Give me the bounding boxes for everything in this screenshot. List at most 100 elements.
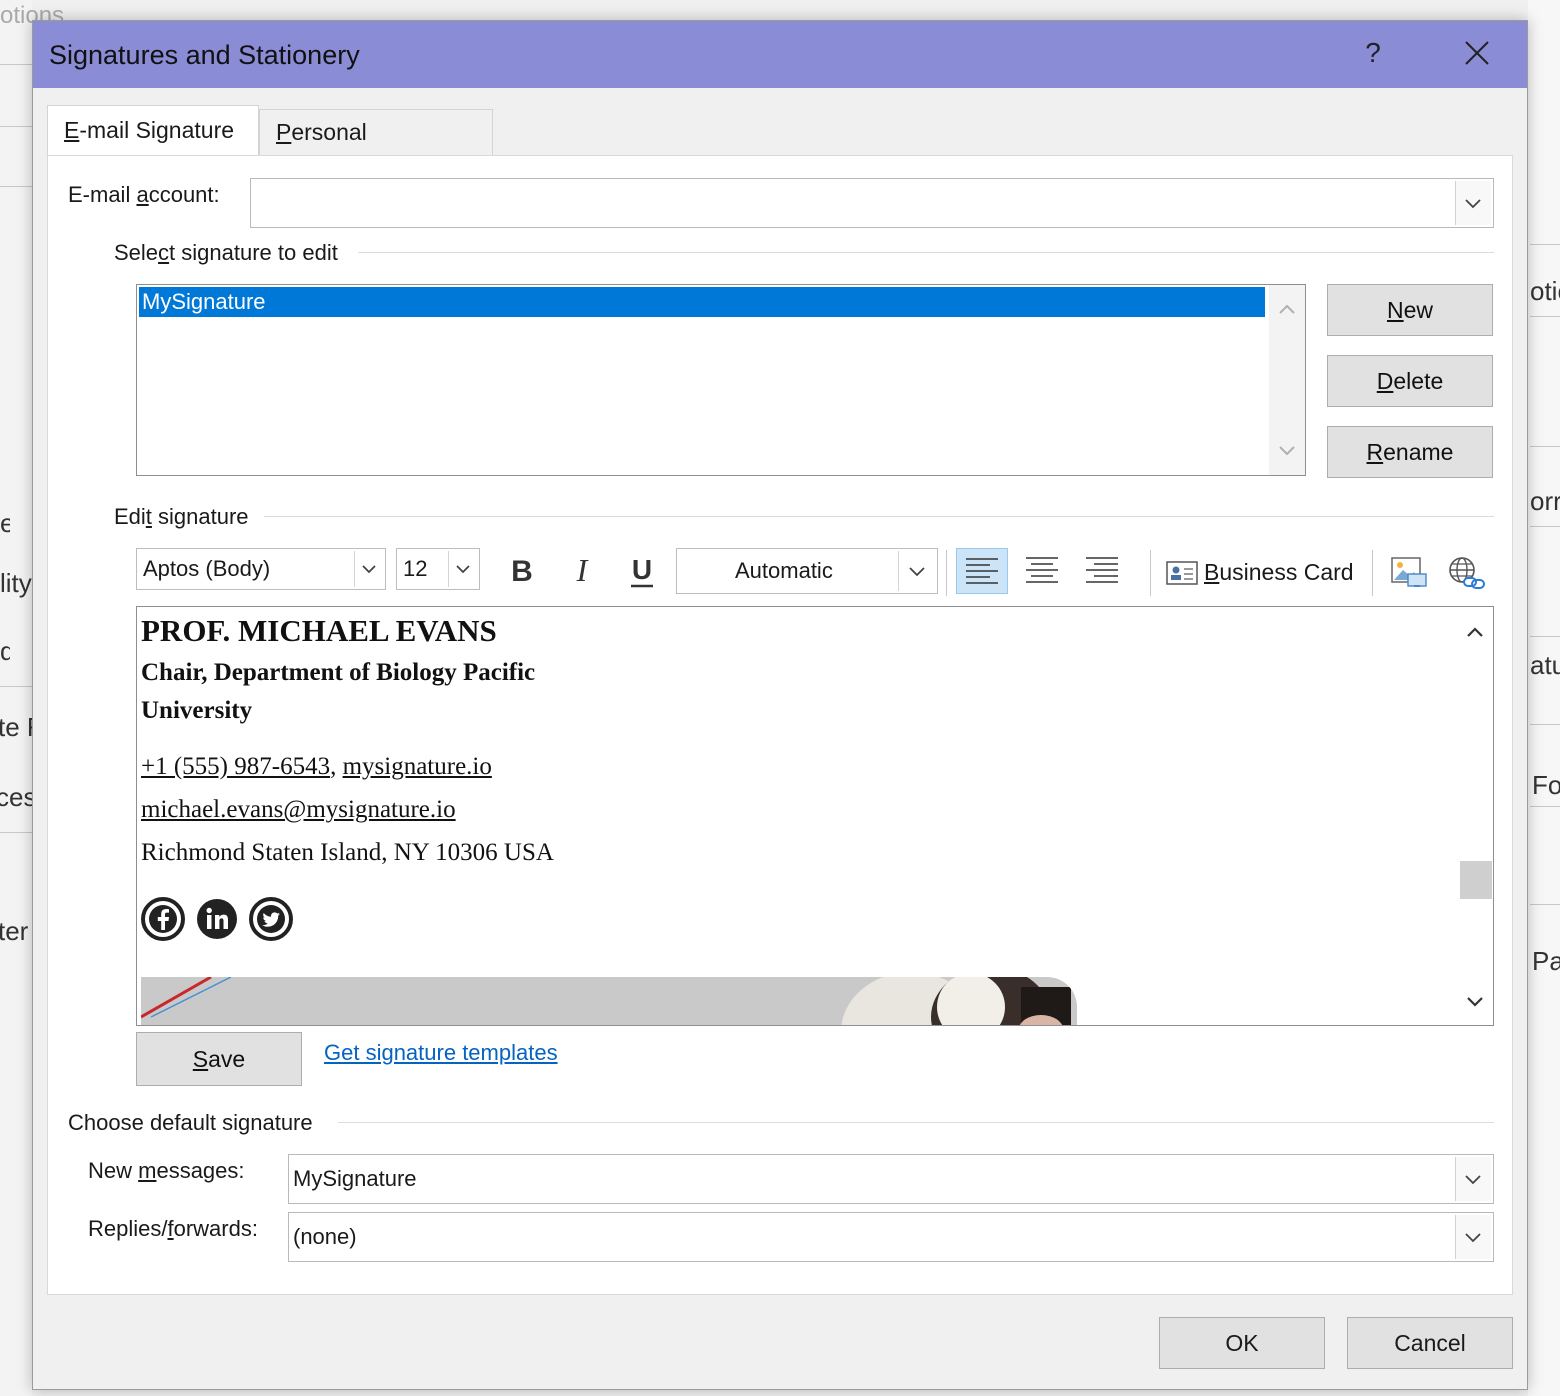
button-mnemonic: B bbox=[1204, 559, 1220, 585]
background-text: d bbox=[0, 636, 10, 666]
background-divider bbox=[0, 64, 32, 65]
signature-separator: , bbox=[330, 753, 343, 780]
cancel-button[interactable]: Cancel bbox=[1347, 1317, 1513, 1369]
new-messages-dropdown[interactable] bbox=[1455, 1157, 1491, 1201]
align-center-icon bbox=[1026, 557, 1058, 583]
button-label: usiness Card bbox=[1219, 559, 1354, 585]
signature-list-item-selected[interactable]: MySignature bbox=[139, 287, 1265, 317]
twitter-icon[interactable] bbox=[249, 897, 293, 941]
background-divider bbox=[1530, 636, 1560, 637]
email-account-label: E-mail account: bbox=[68, 182, 220, 208]
email-account-combo[interactable] bbox=[250, 178, 1494, 228]
italic-button[interactable]: I bbox=[560, 546, 604, 594]
underline-button[interactable]: U bbox=[620, 546, 664, 594]
svg-text:I: I bbox=[576, 552, 589, 588]
scrollbar-thumb[interactable] bbox=[1460, 861, 1492, 899]
tab-personal-stationery[interactable]: Personal Stationery bbox=[259, 109, 493, 189]
background-divider bbox=[1530, 244, 1560, 245]
scroll-up-icon[interactable] bbox=[1457, 611, 1493, 651]
select-signature-heading: Select signature to edit bbox=[114, 240, 338, 266]
underline-icon: U bbox=[631, 554, 653, 588]
signature-editor-scrollbar[interactable] bbox=[1457, 607, 1493, 1025]
button-label: ave bbox=[208, 1046, 246, 1072]
font-color-dropdown[interactable] bbox=[898, 551, 935, 591]
font-size-value: 12 bbox=[403, 556, 428, 581]
svg-text:U: U bbox=[632, 554, 652, 585]
facebook-icon[interactable] bbox=[141, 897, 185, 941]
ok-button[interactable]: OK bbox=[1159, 1317, 1325, 1369]
background-text: otic bbox=[1530, 276, 1560, 306]
button-mnemonic: R bbox=[1366, 439, 1384, 465]
replies-forwards-combo[interactable]: (none) bbox=[288, 1212, 1494, 1262]
signature-editor[interactable]: PROF. MICHAEL EVANS Chair, Department of… bbox=[136, 606, 1494, 1026]
chevron-down-icon bbox=[362, 565, 376, 574]
insert-picture-icon bbox=[1391, 557, 1427, 587]
chevron-down-icon bbox=[456, 565, 470, 574]
font-name-dropdown[interactable] bbox=[354, 551, 383, 587]
replies-forwards-dropdown[interactable] bbox=[1455, 1215, 1491, 1259]
close-button[interactable] bbox=[1453, 33, 1501, 73]
dialog-title: Signatures and Stationery bbox=[49, 40, 360, 70]
background-divider bbox=[1530, 904, 1560, 905]
linkedin-icon[interactable] bbox=[195, 897, 239, 941]
background-window-left bbox=[0, 0, 32, 1396]
toolbar-separator bbox=[1150, 550, 1151, 596]
signature-list-scrollbar[interactable] bbox=[1269, 285, 1305, 475]
chevron-down-icon bbox=[1465, 1233, 1481, 1243]
scroll-down-icon[interactable] bbox=[1457, 983, 1493, 1023]
font-name-combo[interactable]: Aptos (Body) bbox=[136, 548, 386, 590]
email-signature-panel: E-mail account: Select signature to edit… bbox=[47, 155, 1513, 1295]
new-button[interactable]: New bbox=[1327, 284, 1493, 336]
background-text: te F bbox=[0, 712, 32, 742]
new-messages-combo[interactable]: MySignature bbox=[288, 1154, 1494, 1204]
align-right-button[interactable] bbox=[1076, 548, 1128, 596]
scroll-down-icon[interactable] bbox=[1269, 431, 1305, 471]
email-account-dropdown[interactable] bbox=[1455, 181, 1491, 225]
group-divider bbox=[358, 252, 1494, 253]
svg-text:B: B bbox=[511, 555, 533, 588]
font-size-combo[interactable]: 12 bbox=[396, 548, 480, 590]
tab-label: -mail Signature bbox=[79, 117, 235, 143]
signature-website[interactable]: mysignature.io bbox=[343, 753, 492, 780]
align-center-button[interactable] bbox=[1016, 548, 1068, 596]
align-right-icon bbox=[1086, 557, 1118, 583]
font-name-value: Aptos (Body) bbox=[143, 556, 271, 581]
chevron-down-icon bbox=[909, 567, 925, 577]
button-label: ew bbox=[1403, 297, 1434, 323]
signature-list[interactable]: MySignature bbox=[136, 284, 1306, 476]
signature-title-line1: Chair, Department of Biology Pacific bbox=[141, 659, 536, 686]
bold-icon: B bbox=[511, 555, 533, 588]
business-card-button[interactable]: Business Card bbox=[1162, 550, 1358, 598]
background-divider bbox=[0, 186, 32, 187]
title-bar[interactable]: Signatures and Stationery ? bbox=[33, 21, 1527, 88]
label-mnemonic: c bbox=[158, 240, 170, 265]
replies-forwards-value: (none) bbox=[293, 1224, 357, 1249]
insert-hyperlink-button[interactable] bbox=[1442, 550, 1490, 598]
tab-email-signature[interactable]: E-mail Signature bbox=[47, 105, 259, 157]
background-text: Fo bbox=[1532, 770, 1560, 800]
background-window-right bbox=[1528, 0, 1560, 1396]
font-color-combo[interactable]: Automatic bbox=[676, 548, 938, 594]
get-signature-templates-link[interactable]: Get signature templates bbox=[324, 1040, 558, 1066]
font-size-dropdown[interactable] bbox=[448, 551, 477, 587]
align-left-button[interactable] bbox=[956, 548, 1008, 594]
save-button[interactable]: Save bbox=[136, 1032, 302, 1086]
rename-button[interactable]: Rename bbox=[1327, 426, 1493, 478]
background-divider bbox=[1530, 806, 1560, 807]
scroll-up-icon[interactable] bbox=[1269, 289, 1305, 329]
label-text: ccount: bbox=[148, 182, 220, 207]
delete-button[interactable]: Delete bbox=[1327, 355, 1493, 407]
signature-email[interactable]: michael.evans@mysignature.io bbox=[141, 796, 456, 824]
signature-phone[interactable]: +1 (555) 987-6543 bbox=[141, 753, 330, 780]
background-divider bbox=[0, 126, 32, 127]
chevron-down-icon bbox=[1465, 1175, 1481, 1185]
button-mnemonic: N bbox=[1386, 297, 1404, 323]
default-signature-heading: Choose default signature bbox=[68, 1110, 313, 1135]
italic-icon: I bbox=[576, 552, 589, 588]
background-divider bbox=[1530, 446, 1560, 447]
help-button[interactable]: ? bbox=[1353, 33, 1393, 73]
bold-button[interactable]: B bbox=[500, 546, 544, 594]
label-text: Sele bbox=[114, 240, 159, 265]
background-text: ces bbox=[0, 782, 32, 812]
insert-picture-button[interactable] bbox=[1384, 550, 1432, 598]
